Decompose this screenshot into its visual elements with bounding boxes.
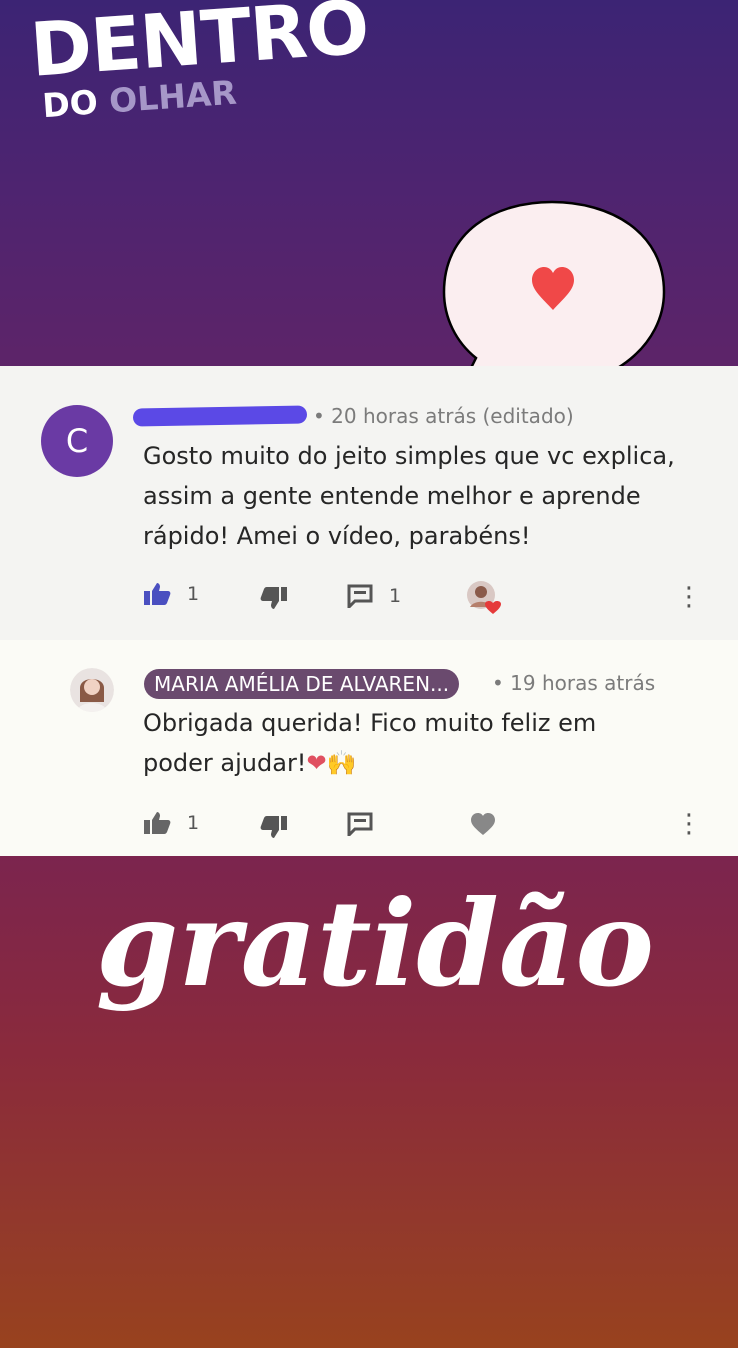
thumbs-down-icon	[260, 587, 287, 609]
comment-icon	[347, 584, 373, 608]
comment-icon	[347, 812, 373, 836]
heart-button[interactable]	[470, 812, 496, 836]
reply-like-count: 1	[187, 812, 200, 834]
thumbs-up-icon	[144, 583, 171, 605]
gratidao-script-text: gratidão	[96, 874, 654, 1013]
reply-text: Obrigada querida! Fico muito feliz em po…	[143, 709, 597, 777]
creator-avatar	[467, 581, 501, 614]
thumbs-down-icon	[260, 816, 287, 838]
reply-author-name[interactable]: MARIA AMÉLIA DE ALVAREN...	[144, 669, 460, 699]
like-count: 1	[187, 583, 200, 605]
reply-dislike-button[interactable]	[260, 815, 288, 839]
comment-timestamp: • 20 horas atrás (editado)	[313, 404, 574, 428]
profile-photo	[70, 668, 114, 712]
brand-sub-word-1: DO	[41, 82, 100, 126]
reply-text-block: Obrigada querida! Fico muito feliz em po…	[143, 703, 663, 783]
reply-count: 1	[389, 585, 402, 607]
reply-button[interactable]: 1	[347, 584, 401, 608]
heart-icon	[471, 813, 495, 835]
reply-emojis: ❤🙌	[306, 749, 357, 777]
redacted-username	[132, 405, 308, 427]
more-options-icon[interactable]: ⋮	[676, 811, 702, 837]
heart-icon	[485, 601, 501, 614]
thumbs-up-icon	[144, 812, 171, 834]
reply-author-avatar[interactable]	[70, 668, 114, 712]
brand-logo: DENTRO DO OLHAR	[28, 0, 373, 126]
more-options-icon[interactable]: ⋮	[676, 584, 702, 610]
reply-reply-button[interactable]	[347, 812, 373, 836]
commenter-avatar[interactable]: C	[41, 405, 113, 477]
reply-timestamp: • 19 horas atrás	[492, 671, 656, 695]
reply-like-button[interactable]: 1	[143, 811, 199, 835]
like-button[interactable]: 1	[143, 582, 199, 606]
brand-sub-word-2: OLHAR	[107, 72, 238, 121]
dislike-button[interactable]	[260, 586, 288, 610]
comment-text: Gosto muito do jeito simples que vc expl…	[143, 442, 675, 550]
svg-text:gratidão: gratidão	[96, 874, 654, 1013]
creator-heart-badge	[466, 580, 502, 616]
